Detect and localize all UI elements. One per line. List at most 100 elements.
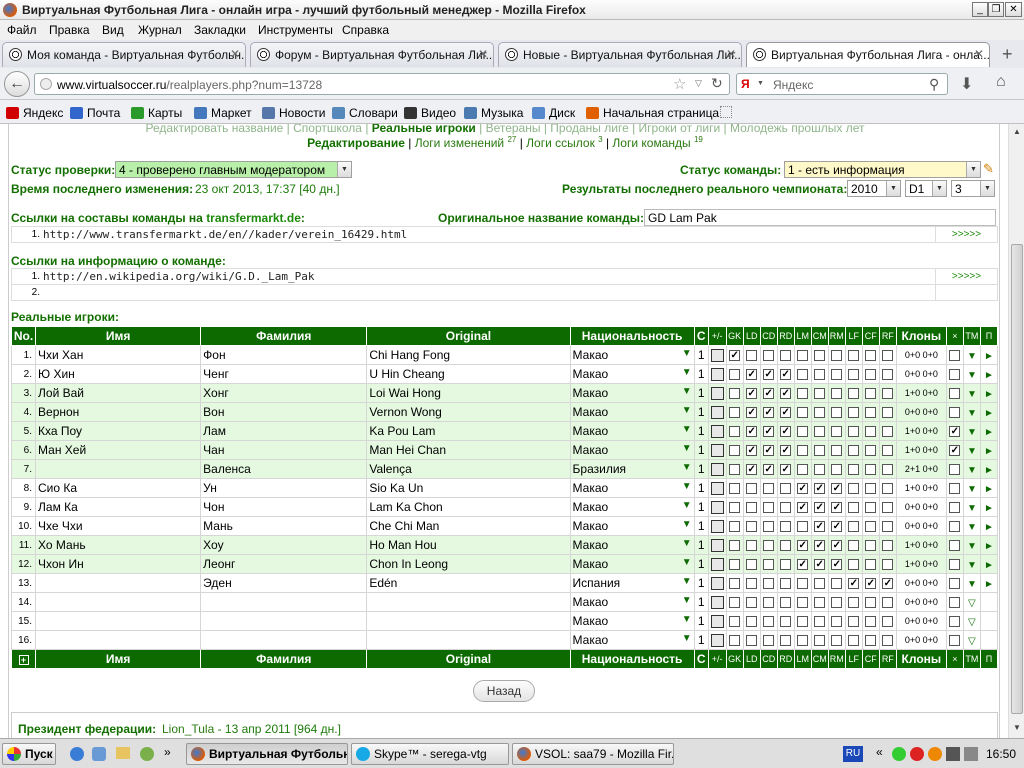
results-year-select[interactable]: 2010 ▼ [847,180,901,197]
x-cell[interactable] [945,630,964,650]
x-cell[interactable] [945,611,964,631]
pos-lm-checkbox[interactable] [797,407,809,419]
pos-cd-checkbox[interactable] [763,597,775,609]
plus-minus-checkbox[interactable] [710,349,724,363]
pos-rd-checkbox[interactable]: ✓ [780,369,792,381]
pos-rf-checkbox[interactable] [882,597,894,609]
pos-rm-cell[interactable]: ✓ [827,516,846,536]
pos-rm-cell[interactable] [827,364,846,384]
pos-gk-checkbox[interactable] [729,483,741,495]
pos-rf-cell[interactable] [878,516,897,536]
nationality-dropdown-icon[interactable]: ▼ [682,538,692,549]
plus-minus-cell[interactable] [707,573,727,593]
pos-cf-checkbox[interactable] [865,388,877,400]
pos-cf-cell[interactable] [861,383,880,403]
tm-down-icon[interactable]: ▼ [967,579,977,590]
pos-cm-cell[interactable]: ✓ [810,535,829,555]
nationality-cell[interactable]: Макао ▼ [569,630,695,650]
language-indicator[interactable]: RU [843,746,863,762]
nationality-cell[interactable]: Макао ▼ [569,611,695,631]
pos-rd-checkbox[interactable] [780,635,792,647]
pos-rm-checkbox[interactable] [831,350,843,362]
p-cell[interactable]: ► [979,497,999,517]
pos-cm-cell[interactable] [810,440,829,460]
first-name-cell[interactable]: Ман Хей [35,440,202,460]
pos-lf-cell[interactable] [844,478,863,498]
x-cell[interactable]: ✓ [945,421,964,441]
first-name-cell[interactable]: Сио Ка [35,478,202,498]
pos-gk-checkbox[interactable] [729,521,741,533]
plus-minus-checkbox[interactable] [710,501,724,515]
desktop-icon[interactable] [92,747,106,761]
scrollbar-thumb[interactable] [1011,244,1023,714]
pos-ld-checkbox[interactable] [746,521,758,533]
pos-cd-cell[interactable] [759,478,778,498]
pos-rm-checkbox[interactable]: ✓ [831,559,843,571]
x-checkbox[interactable]: ✓ [949,426,961,438]
nationality-dropdown-icon[interactable]: ▼ [682,462,692,473]
pos-rm-checkbox[interactable]: ✓ [831,483,843,495]
bookmark-maps[interactable]: Карты [131,106,182,120]
tm-down-icon[interactable]: ▼ [967,522,977,533]
last-name-cell[interactable]: Валенса [200,459,368,479]
pos-cd-checkbox[interactable] [763,521,775,533]
plus-minus-cell[interactable] [707,440,727,460]
pos-lf-checkbox[interactable]: ✓ [848,578,860,590]
pos-gk-cell[interactable] [725,440,744,460]
tm-down-icon[interactable]: ▼ [967,541,977,552]
pos-gk-cell[interactable] [725,611,744,631]
x-cell[interactable] [945,478,964,498]
pos-rf-checkbox[interactable] [882,388,894,400]
nationality-dropdown-icon[interactable]: ▼ [682,633,692,644]
plus-minus-checkbox[interactable] [710,482,724,496]
pos-lf-checkbox[interactable] [848,597,860,609]
pos-rf-cell[interactable] [878,535,897,555]
folder-icon[interactable] [116,747,130,759]
original-name-cell[interactable]: Valença [366,459,571,479]
original-name-cell[interactable]: Ka Pou Lam [366,421,571,441]
close-tab-icon[interactable]: ✕ [478,47,488,61]
plus-minus-checkbox[interactable] [710,444,724,458]
pos-rf-cell[interactable] [878,364,897,384]
x-checkbox[interactable] [949,350,961,362]
nationality-dropdown-icon[interactable]: ▼ [682,481,692,492]
pos-rd-cell[interactable] [776,630,795,650]
tm-cell[interactable]: ▽ [962,611,981,631]
info-url[interactable]: http://en.wikipedia.org/wiki/G.D._Lam_Pa… [43,270,315,283]
pos-cd-checkbox[interactable]: ✓ [763,464,775,476]
pos-rm-checkbox[interactable] [831,616,843,628]
ie-icon[interactable] [70,747,84,761]
first-name-cell[interactable]: Вернон [35,402,202,422]
tm-cell[interactable]: ▽ [962,592,981,612]
pos-cd-cell[interactable] [759,573,778,593]
pos-cd-checkbox[interactable] [763,578,775,590]
tm-down-icon[interactable]: ▼ [967,484,977,495]
pos-cd-checkbox[interactable] [763,350,775,362]
pos-rf-checkbox[interactable] [882,521,894,533]
pos-cd-checkbox[interactable] [763,559,775,571]
bookmark-placeholder-icon[interactable] [720,106,732,118]
pos-cf-checkbox[interactable] [865,597,877,609]
pos-rm-cell[interactable] [827,383,846,403]
first-name-cell[interactable]: Кха Поу [35,421,202,441]
pos-lf-checkbox[interactable] [848,540,860,552]
first-name-cell[interactable] [35,573,202,593]
pos-rm-cell[interactable]: ✓ [827,478,846,498]
original-name-cell[interactable]: Edén [366,573,571,593]
scroll-down-icon[interactable]: ▼ [1011,723,1023,735]
check-status-select[interactable]: 4 - проверено главным модератором ▼ [115,161,352,178]
pos-cm-cell[interactable] [810,402,829,422]
pos-cf-checkbox[interactable] [865,635,877,647]
pos-gk-checkbox[interactable] [729,464,741,476]
pos-rm-checkbox[interactable] [831,635,843,647]
pos-ld-checkbox[interactable] [746,578,758,590]
pos-lf-cell[interactable] [844,402,863,422]
nationality-cell[interactable]: Макао ▼ [569,592,695,612]
pos-rf-cell[interactable] [878,554,897,574]
pos-rm-checkbox[interactable] [831,597,843,609]
more-link[interactable]: >>>>> [935,269,997,284]
pos-rf-checkbox[interactable] [882,445,894,457]
tm-cell[interactable]: ▼ [962,459,981,479]
original-name-cell[interactable]: Lam Ka Chon [366,497,571,517]
original-name-cell[interactable]: Loi Wai Hong [366,383,571,403]
